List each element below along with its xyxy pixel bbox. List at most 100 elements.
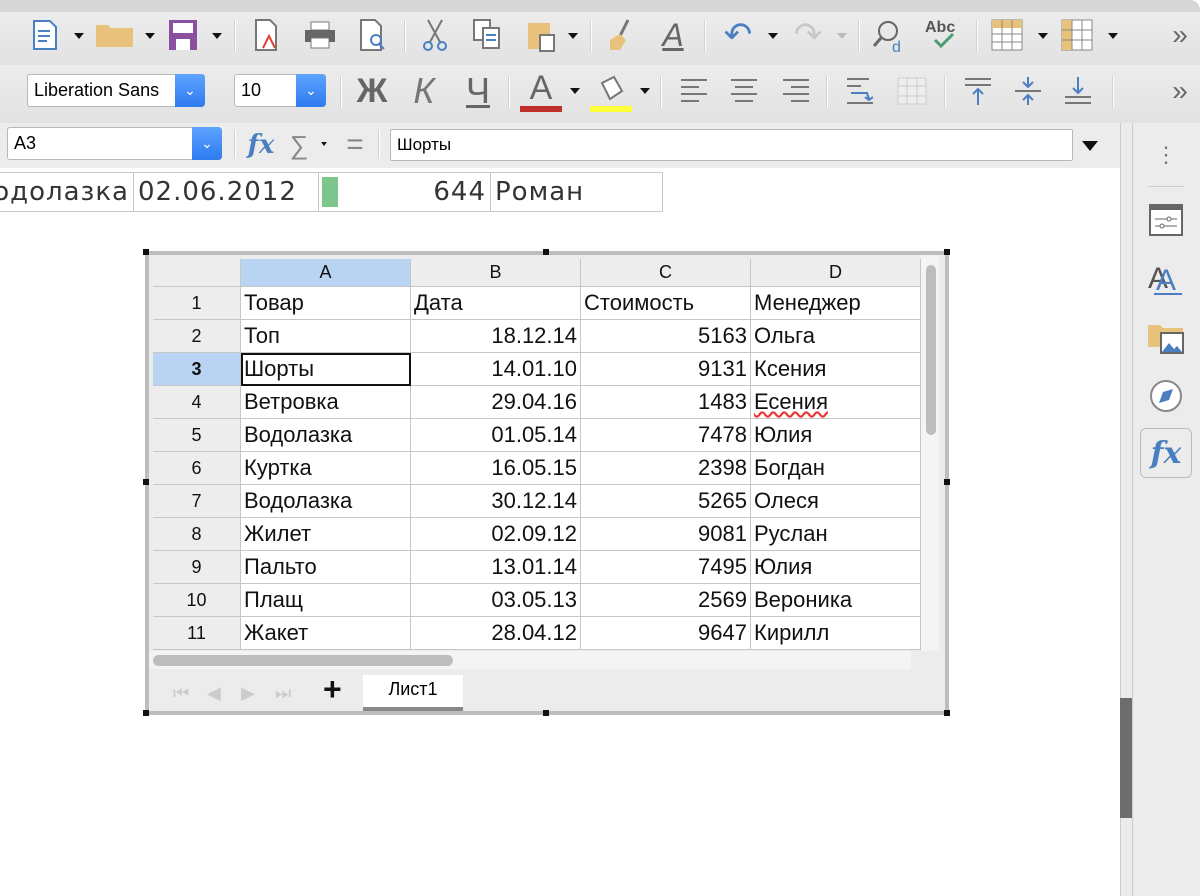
- formula-input[interactable]: Шорты: [390, 129, 1073, 161]
- toolbar-overflow-button[interactable]: »: [1165, 72, 1195, 110]
- font-size-combobox[interactable]: 10 ⌄: [234, 74, 326, 107]
- cell[interactable]: 9647: [581, 617, 751, 650]
- cell[interactable]: 14.01.10: [411, 353, 581, 386]
- first-sheet-button[interactable]: ⏮: [173, 683, 189, 704]
- styles-icon[interactable]: AA: [1147, 259, 1185, 297]
- expand-formula-bar-icon[interactable]: [1082, 141, 1098, 151]
- cell[interactable]: 29.04.16: [411, 386, 581, 419]
- align-center-icon[interactable]: [726, 72, 762, 110]
- cell[interactable]: Вероника: [751, 584, 921, 617]
- cell[interactable]: 30.12.14: [411, 485, 581, 518]
- sheet-tab-list1[interactable]: Лист1: [363, 675, 463, 711]
- print-icon[interactable]: [302, 18, 338, 52]
- cell[interactable]: 9081: [581, 518, 751, 551]
- previous-sheet-button[interactable]: ◀: [207, 683, 221, 704]
- align-top-icon[interactable]: [960, 72, 996, 110]
- row-header[interactable]: 11: [153, 617, 241, 650]
- cell[interactable]: 03.05.13: [411, 584, 581, 617]
- cell[interactable]: 2569: [581, 584, 751, 617]
- cell[interactable]: Ксения: [751, 353, 921, 386]
- resize-handle[interactable]: [543, 710, 549, 716]
- new-document-icon[interactable]: [28, 18, 62, 52]
- embedded-spreadsheet-object[interactable]: A B C D 1 Товар Дата Стоимость Менеджер 2 Топ 18.12…: [145, 251, 949, 715]
- add-sheet-button[interactable]: +: [323, 671, 342, 708]
- cell[interactable]: 13.01.14: [411, 551, 581, 584]
- cell[interactable]: 2398: [581, 452, 751, 485]
- cell[interactable]: 16.05.15: [411, 452, 581, 485]
- clear-formatting-icon[interactable]: A: [654, 17, 692, 53]
- vertical-scrollbar[interactable]: [921, 255, 939, 651]
- highlight-dropdown[interactable]: [640, 88, 650, 94]
- scrollbar-thumb[interactable]: [1120, 698, 1132, 818]
- open-folder-icon[interactable]: [94, 18, 136, 52]
- row-header[interactable]: 6: [153, 452, 241, 485]
- cell[interactable]: Товар: [241, 287, 411, 320]
- resize-handle[interactable]: [944, 479, 950, 485]
- cell[interactable]: Пальто: [241, 551, 411, 584]
- scrollbar-thumb[interactable]: [153, 655, 453, 666]
- cell[interactable]: 28.04.12: [411, 617, 581, 650]
- cell[interactable]: 5265: [581, 485, 751, 518]
- cell[interactable]: Руслан: [751, 518, 921, 551]
- underline-button[interactable]: Ч: [458, 70, 498, 111]
- cell[interactable]: Есения: [751, 386, 921, 419]
- resize-handle[interactable]: [143, 249, 149, 255]
- center-vertically-icon[interactable]: [1010, 72, 1046, 110]
- row-header[interactable]: 9: [153, 551, 241, 584]
- select-all-corner[interactable]: [153, 259, 241, 287]
- cell[interactable]: Богдан: [751, 452, 921, 485]
- cell[interactable]: Ветровка: [241, 386, 411, 419]
- more-options-icon[interactable]: ⋮: [1147, 136, 1185, 174]
- undo-dropdown[interactable]: [768, 33, 778, 39]
- cell[interactable]: 7495: [581, 551, 751, 584]
- resize-handle[interactable]: [543, 249, 549, 255]
- functions-icon[interactable]: fx: [1140, 428, 1192, 478]
- export-pdf-icon[interactable]: [250, 18, 284, 52]
- cell[interactable]: 7478: [581, 419, 751, 452]
- row-header[interactable]: 4: [153, 386, 241, 419]
- cell[interactable]: Жилет: [241, 518, 411, 551]
- redo-dropdown[interactable]: [837, 33, 847, 39]
- row-dropdown[interactable]: [1038, 33, 1048, 39]
- row-header[interactable]: 8: [153, 518, 241, 551]
- column-header-b[interactable]: B: [411, 259, 581, 287]
- resize-handle[interactable]: [143, 479, 149, 485]
- row-header[interactable]: 3: [153, 353, 241, 386]
- undo-icon[interactable]: ↶: [718, 16, 758, 54]
- copy-icon[interactable]: [470, 18, 504, 52]
- cell[interactable]: Стоимость: [581, 287, 751, 320]
- cell[interactable]: Ольга: [751, 320, 921, 353]
- font-color-dropdown[interactable]: [570, 88, 580, 94]
- merge-cells-icon[interactable]: [894, 72, 930, 110]
- paste-icon[interactable]: [524, 18, 560, 54]
- column-icon[interactable]: [1060, 18, 1096, 52]
- cell[interactable]: Топ: [241, 320, 411, 353]
- row-header[interactable]: 5: [153, 419, 241, 452]
- cell[interactable]: Кирилл: [751, 617, 921, 650]
- font-color-button[interactable]: A: [520, 69, 562, 112]
- paste-dropdown[interactable]: [568, 33, 578, 39]
- align-right-icon[interactable]: [778, 72, 814, 110]
- cell[interactable]: Олеся: [751, 485, 921, 518]
- sum-dropdown[interactable]: [321, 142, 327, 146]
- cell[interactable]: Плащ: [241, 584, 411, 617]
- redo-icon[interactable]: ↷: [788, 16, 828, 54]
- chevron-down-icon[interactable]: ⌄: [296, 74, 326, 107]
- cell[interactable]: 1483: [581, 386, 751, 419]
- row-header[interactable]: 1: [153, 287, 241, 320]
- cell[interactable]: Юлия: [751, 419, 921, 452]
- align-bottom-icon[interactable]: [1060, 72, 1096, 110]
- cell[interactable]: Куртка: [241, 452, 411, 485]
- gallery-icon[interactable]: [1147, 319, 1185, 357]
- cell[interactable]: Юлия: [751, 551, 921, 584]
- sum-button[interactable]: ∑: [286, 128, 312, 162]
- column-header-a[interactable]: A: [241, 259, 411, 287]
- cell[interactable]: Водолазка: [241, 485, 411, 518]
- formula-button[interactable]: =: [340, 128, 370, 162]
- function-wizard-button[interactable]: fx: [244, 128, 278, 162]
- chevron-down-icon[interactable]: ⌄: [192, 127, 222, 160]
- column-header-d[interactable]: D: [751, 259, 921, 287]
- cell[interactable]: 01.05.14: [411, 419, 581, 452]
- find-replace-icon[interactable]: d: [870, 18, 910, 54]
- toolbar-overflow-button[interactable]: »: [1165, 18, 1195, 52]
